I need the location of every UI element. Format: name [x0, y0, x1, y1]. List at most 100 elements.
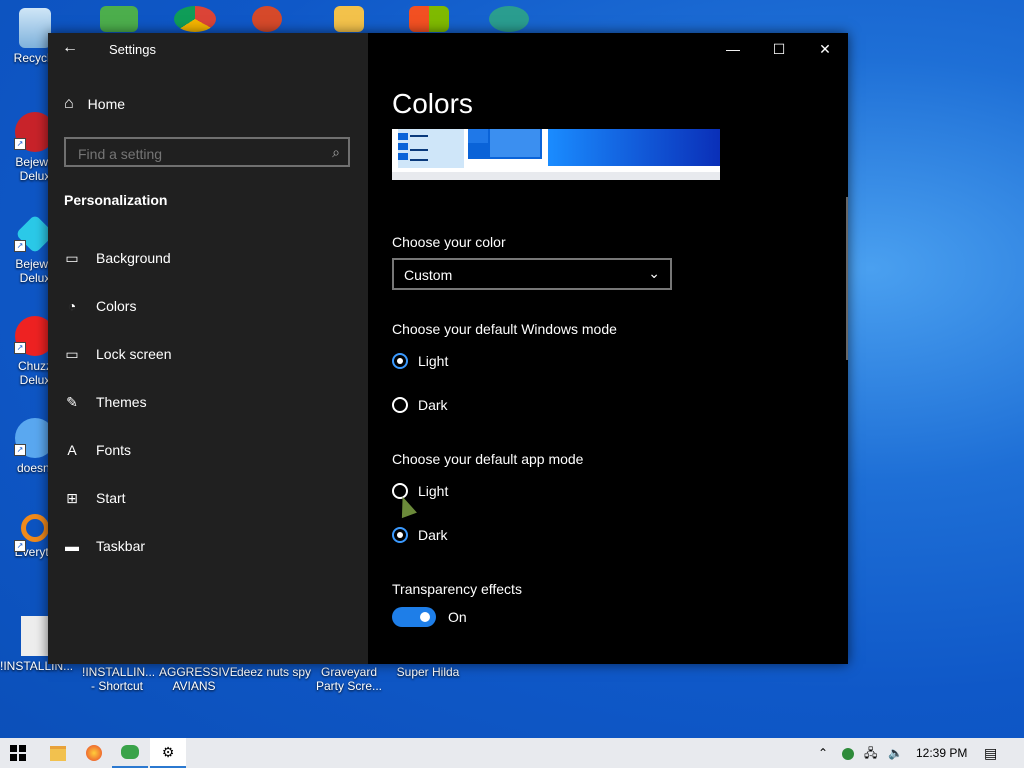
desktop-icon-top-4[interactable] — [314, 6, 384, 35]
people-icon — [100, 6, 138, 32]
taskbar-icon: ▬ — [65, 538, 79, 554]
notification-icon[interactable]: ▤ — [984, 738, 997, 768]
sidebar-item-start[interactable]: ⊞ Start — [64, 486, 126, 510]
gear-icon: ⚙ — [161, 743, 175, 760]
toggle-state: On — [448, 609, 467, 625]
game-icon — [334, 6, 364, 32]
desktop-icon-top-2[interactable] — [160, 6, 230, 35]
radio-label: Dark — [418, 527, 448, 543]
brush-icon: ✎ — [66, 394, 78, 410]
app-mode-dark-radio[interactable]: Dark — [392, 527, 448, 543]
people-tray-icon[interactable] — [842, 738, 854, 768]
toggle-switch[interactable] — [392, 607, 436, 627]
dropdown-value: Custom — [404, 267, 453, 283]
desktop-icon-aggressive-avians[interactable]: AGGRESSIVE AVIANS — [159, 665, 238, 693]
volume-icon[interactable]: 🔈 — [888, 738, 903, 768]
shortcut-arrow-icon: ↗ — [14, 540, 26, 552]
sidebar-item-label: Themes — [96, 394, 147, 410]
sidebar-item-colors[interactable]: ◔ Colors — [64, 294, 137, 318]
palette-icon: ◔ — [67, 298, 77, 314]
sidebar-item-label: Fonts — [96, 442, 132, 458]
settings-window: ⌂ Home ⌕ Personalization ▭ Background ◔ … — [48, 33, 848, 664]
radio-label: Light — [418, 353, 449, 369]
lock-screen-icon: ▭ — [65, 346, 79, 362]
desktop-icon-label: Graveyard Party Scre... — [315, 665, 383, 693]
desktop-icon-graveyard[interactable]: Graveyard Party Scre... — [314, 665, 384, 693]
folder-icon — [50, 745, 66, 761]
radio-selected-icon — [392, 527, 408, 543]
color-preview — [392, 129, 720, 180]
network-icon[interactable]: 🖧 — [864, 738, 877, 768]
image-icon: ▭ — [65, 250, 79, 266]
sidebar-item-lock-screen[interactable]: ▭ Lock screen — [64, 342, 171, 366]
sidebar-home[interactable]: ⌂ Home — [64, 95, 125, 113]
desktop-icon-label: Super Hilda — [396, 665, 460, 679]
chevron-up-icon[interactable]: ⌃ — [818, 738, 828, 768]
desktop-icon-top-1[interactable] — [84, 6, 154, 35]
desktop-icon-top-5[interactable] — [394, 6, 464, 35]
search-icon[interactable]: ⌕ — [332, 144, 340, 161]
search-input[interactable] — [76, 145, 320, 163]
sidebar-item-background[interactable]: ▭ Background — [64, 246, 171, 270]
search-box[interactable]: ⌕ — [64, 137, 350, 167]
sidebar-item-themes[interactable]: ✎ Themes — [64, 390, 147, 414]
desktop-icon-installing-shortcut[interactable]: !INSTALLIN... - Shortcut — [82, 665, 155, 693]
sidebar-item-label: Background — [96, 250, 171, 266]
taskbar-firefox[interactable] — [76, 738, 112, 768]
content-pane: Colors Choose your color Custom ⌄ Choose… — [392, 33, 848, 664]
text-file-icon — [21, 616, 49, 656]
windows-logo-icon — [409, 6, 449, 32]
shortcut-arrow-icon: ↗ — [14, 444, 26, 456]
sidebar-item-label: Lock screen — [96, 346, 172, 362]
arrow-left-icon[interactable]: ← — [62, 39, 78, 57]
color-dropdown[interactable]: Custom ⌄ — [392, 258, 672, 290]
taskbar-settings[interactable]: ⚙ — [150, 738, 186, 768]
windows-mode-dark-radio[interactable]: Dark — [392, 397, 448, 413]
start-button[interactable] — [0, 738, 36, 768]
game-icon — [252, 6, 282, 32]
recycle-bin-icon — [19, 8, 51, 48]
windows-mode-light-radio[interactable]: Light — [392, 353, 448, 369]
windows-logo-icon — [10, 745, 26, 761]
desktop-icon-deez[interactable]: deez nuts spy — [236, 665, 312, 679]
sidebar: ⌂ Home ⌕ Personalization ▭ Background ◔ … — [48, 33, 368, 664]
section-title: Personalization — [64, 192, 168, 208]
magnifier-icon — [21, 514, 49, 542]
sidebar-item-label: Taskbar — [96, 538, 146, 554]
desktop-icon-top-3[interactable] — [232, 6, 302, 35]
taskbar-people-app[interactable] — [112, 738, 148, 768]
clock[interactable]: 12:39 PM — [916, 738, 967, 768]
windows-mode-label: Choose your default Windows mode — [392, 321, 617, 337]
page-title: Colors — [392, 88, 473, 119]
radio-selected-icon — [392, 353, 408, 369]
shortcut-arrow-icon: ↗ — [14, 342, 26, 354]
scrollbar[interactable] — [846, 197, 848, 360]
desktop-icon-label: deez nuts spy — [236, 665, 312, 679]
home-icon: ⌂ — [64, 95, 74, 112]
sidebar-item-label: Colors — [96, 298, 137, 314]
radio-label: Light — [418, 483, 449, 499]
radio-unselected-icon — [392, 397, 408, 413]
transparency-toggle[interactable]: On — [392, 607, 467, 627]
shortcut-arrow-icon: ↗ — [14, 138, 26, 150]
chevron-down-icon: ⌄ — [648, 265, 660, 281]
choose-color-label: Choose your color — [392, 234, 506, 250]
start-icon: ⊞ — [66, 490, 78, 506]
firefox-icon — [86, 745, 102, 761]
desktop-icon-super-hilda[interactable]: Super Hilda — [393, 665, 463, 679]
transparency-label: Transparency effects — [392, 581, 522, 597]
home-label: Home — [87, 96, 126, 112]
font-icon: A — [67, 442, 77, 458]
desktop-icon-top-6[interactable] — [474, 6, 544, 35]
radio-label: Dark — [418, 397, 448, 413]
window-title: Settings — [109, 42, 156, 57]
shortcut-arrow-icon: ↗ — [14, 240, 26, 252]
app-mode-label: Choose your default app mode — [392, 451, 584, 467]
sidebar-item-fonts[interactable]: A Fonts — [64, 438, 131, 462]
people-icon — [121, 745, 139, 759]
preview-image — [392, 129, 720, 180]
sidebar-item-taskbar[interactable]: ▬ Taskbar — [64, 534, 145, 558]
taskbar-file-explorer[interactable] — [40, 738, 76, 768]
sidebar-item-label: Start — [96, 490, 126, 506]
chrome-icon — [174, 6, 216, 32]
